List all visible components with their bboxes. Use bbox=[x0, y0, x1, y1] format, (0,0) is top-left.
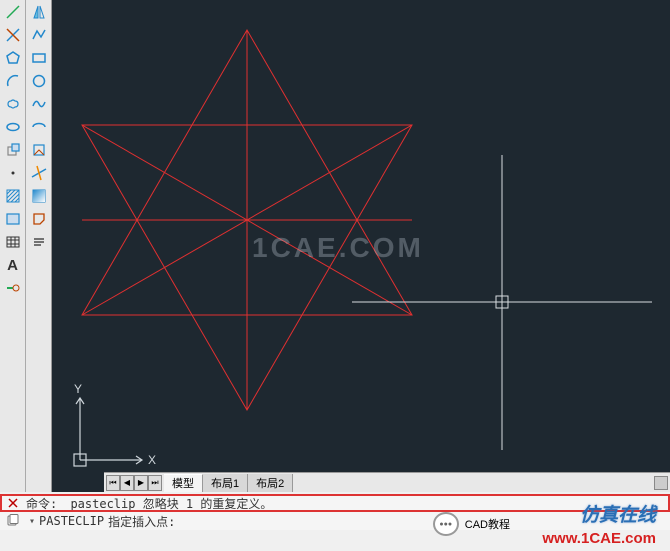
polyline-tool[interactable] bbox=[29, 25, 49, 45]
red-star-geometry bbox=[82, 30, 412, 410]
addselected-tool[interactable] bbox=[3, 278, 23, 298]
ellipse-arc-tool[interactable] bbox=[29, 117, 49, 137]
tab-scroll-right[interactable] bbox=[654, 476, 668, 490]
boundary-tool[interactable] bbox=[29, 209, 49, 229]
arc-tool[interactable] bbox=[3, 71, 23, 91]
draw-toolbar-1: A bbox=[0, 0, 26, 492]
gradient-tool[interactable] bbox=[29, 186, 49, 206]
tab-nav-next[interactable]: ▶ bbox=[134, 475, 148, 491]
make-block-tool[interactable] bbox=[29, 140, 49, 160]
command-name: PASTECLIP bbox=[39, 514, 104, 528]
draw-toolbar-2 bbox=[26, 0, 52, 492]
ucs-icon bbox=[74, 398, 142, 466]
command-prompt-icon bbox=[4, 513, 22, 529]
command-history-line: 命令: _pasteclip 忽略块 1 的重复定义。 bbox=[0, 494, 670, 512]
region-tool[interactable] bbox=[3, 209, 23, 229]
command-label: 命令: bbox=[26, 495, 57, 512]
ray-tool[interactable] bbox=[3, 25, 23, 45]
revcloud-tool[interactable] bbox=[3, 94, 23, 114]
tab-nav-first[interactable]: ⏮ bbox=[106, 475, 120, 491]
command-history-text: _pasteclip 忽略块 1 的重复定义。 bbox=[63, 495, 272, 512]
table-tool[interactable] bbox=[3, 232, 23, 252]
xline-tool[interactable] bbox=[29, 163, 49, 183]
tab-model[interactable]: 模型 bbox=[164, 474, 203, 492]
multiline-text-tool[interactable] bbox=[29, 232, 49, 252]
layout-tab-bar: ⏮ ◀ ▶ ⏭ 模型 布局1 布局2 bbox=[104, 472, 670, 492]
rectangle-tool[interactable] bbox=[29, 48, 49, 68]
tab-layout2[interactable]: 布局2 bbox=[248, 474, 293, 492]
drawing-canvas[interactable]: X Y 1CAE.COM ⏮ ◀ ▶ ⏭ 模型 布局1 布局2 bbox=[52, 0, 670, 492]
watermark-url: www.1CAE.com bbox=[542, 530, 656, 547]
close-command-icon[interactable] bbox=[4, 495, 22, 511]
command-prompt-text: 指定插入点: bbox=[108, 513, 175, 530]
spline-tool[interactable] bbox=[29, 94, 49, 114]
ucs-y-label: Y bbox=[74, 382, 82, 396]
command-input-line[interactable]: ▾ PASTECLIP 指定插入点: bbox=[0, 512, 670, 530]
tab-nav-last[interactable]: ⏭ bbox=[148, 475, 162, 491]
chevron-icon: ▾ bbox=[29, 516, 35, 527]
hatch-tool[interactable] bbox=[3, 186, 23, 206]
line-tool[interactable] bbox=[3, 2, 23, 22]
crosshair-cursor bbox=[352, 155, 652, 450]
ellipse-tool[interactable] bbox=[3, 117, 23, 137]
polygon-tool[interactable] bbox=[3, 48, 23, 68]
drawing-svg: X Y bbox=[52, 0, 670, 492]
tab-nav-prev[interactable]: ◀ bbox=[120, 475, 134, 491]
command-window: 命令: _pasteclip 忽略块 1 的重复定义。 ▾ PASTECLIP … bbox=[0, 494, 670, 530]
ucs-x-label: X bbox=[148, 453, 156, 467]
block-insert-tool[interactable] bbox=[3, 140, 23, 160]
tab-layout1[interactable]: 布局1 bbox=[203, 474, 248, 492]
point-tool[interactable] bbox=[3, 163, 23, 183]
text-tool[interactable]: A bbox=[3, 255, 23, 275]
mirror-tool[interactable] bbox=[29, 2, 49, 22]
circle-tool[interactable] bbox=[29, 71, 49, 91]
